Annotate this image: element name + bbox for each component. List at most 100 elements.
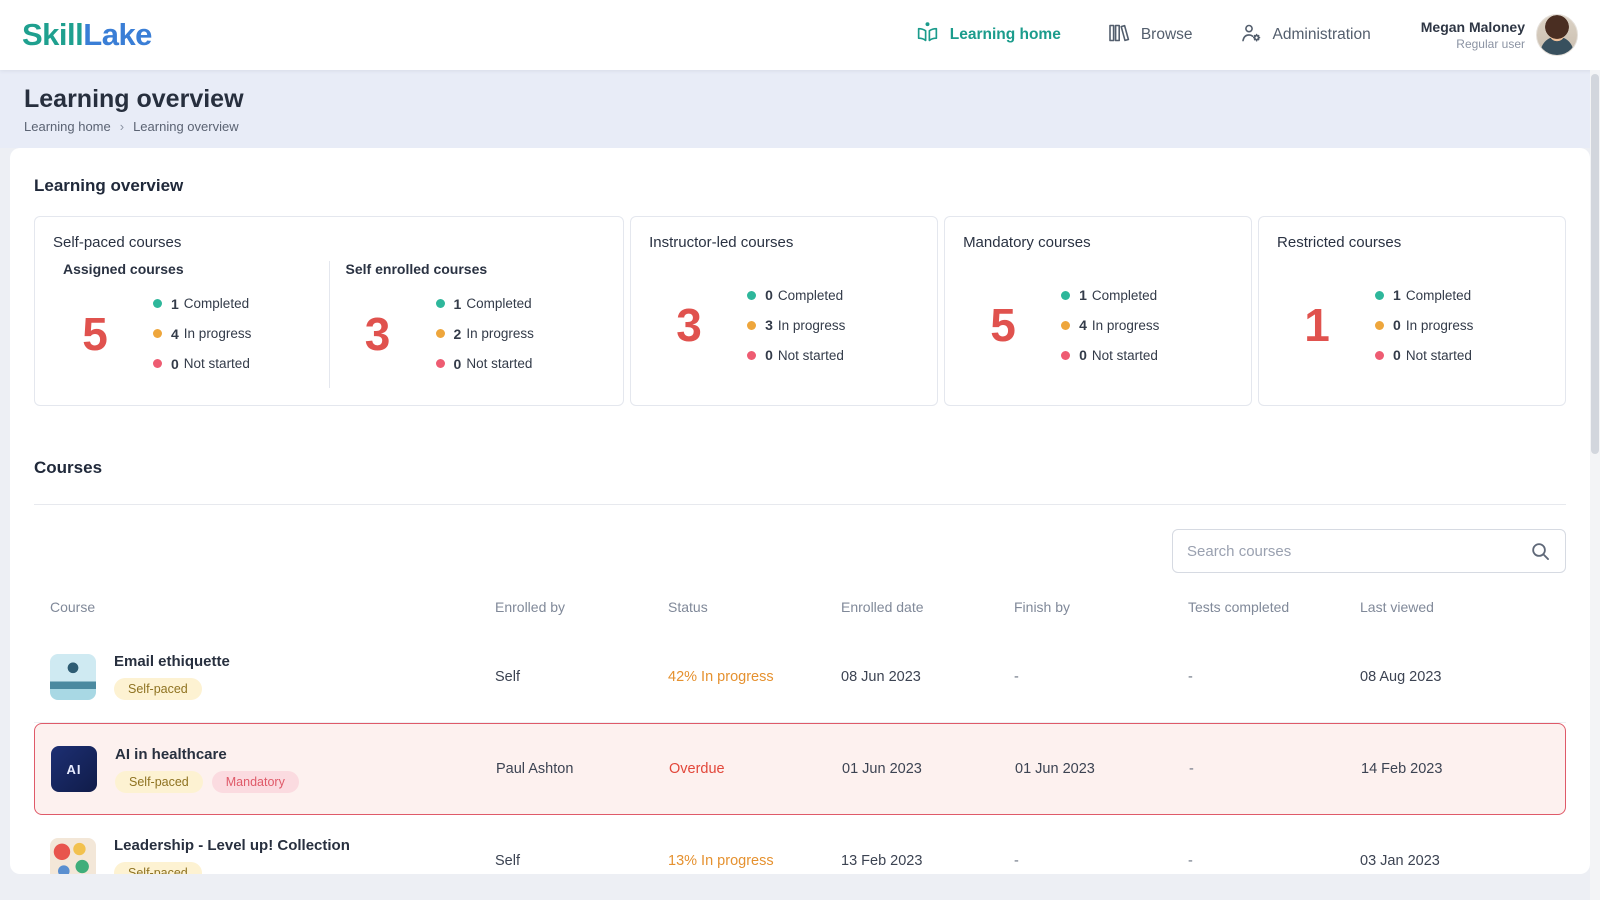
instructor-led-total: 3 [676,299,702,351]
enrolled-date-cell: 01 Jun 2023 [842,761,922,777]
brand-lake: Lake [83,17,152,52]
enrolled-by-cell: Self [495,668,520,685]
search-icon[interactable] [1530,541,1551,562]
tests-completed-cell: - [1188,852,1193,869]
course-name[interactable]: Email ethiquette [114,653,230,670]
legend-not-started: 0 Not started [435,356,534,372]
table-row[interactable]: AI AI in healthcare Self-paced Mandatory… [34,723,1566,815]
course-thumbnail: AI [51,746,97,792]
courses-section-title: Courses [34,458,103,477]
search-input[interactable] [1187,542,1530,560]
administration-icon [1239,21,1263,50]
legend-not-started: 0 Not started [747,347,845,363]
status-cell: Overdue [669,761,725,777]
course-name[interactable]: Leadership - Level up! Collection [114,837,350,854]
completed-dot-icon [747,290,757,300]
nav-item-label: Learning home [949,26,1061,43]
column-header-status: Status [668,599,708,615]
legend-in-progress: 0 In progress [1375,317,1473,333]
finish-by-cell: - [1014,852,1019,869]
last-viewed-cell: 08 Aug 2023 [1360,668,1442,685]
assigned-total: 5 [82,307,108,360]
learning-home-icon [915,20,940,50]
mandatory-badge: Mandatory [211,770,299,793]
column-header-enrolled-by: Enrolled by [495,599,566,615]
in-progress-dot-icon [747,320,757,330]
mandatory-total: 5 [990,299,1016,351]
nav-item-learning-home[interactable]: Learning home [915,20,1061,50]
main-content-card: Learning overview Self-paced courses Ass… [10,148,1590,874]
tests-completed-cell: - [1188,668,1193,685]
self-enrolled-courses-section: Self enrolled courses 3 1 Completed 2 In p… [336,261,606,388]
scrollbar-thumb[interactable] [1591,74,1599,454]
divider [34,504,1566,505]
in-progress-dot-icon [435,329,445,338]
legend-in-progress: 2 In progress [435,326,534,342]
table-header: Course Enrolled by Status Enrolled date … [34,573,1566,631]
not-started-dot-icon [435,359,445,368]
in-progress-dot-icon [1061,320,1071,330]
scrollbar[interactable] [1590,70,1600,900]
self-paced-badge: Self-paced [114,862,202,874]
stat-cards-row: Self-paced courses Assigned courses 5 1C… [34,216,1566,406]
table-row[interactable]: Email ethiquette Self-paced Self 42% In … [34,631,1566,723]
enrolled-by-cell: Paul Ashton [496,761,574,777]
user-menu[interactable]: Megan Maloney Regular user [1421,14,1578,56]
overview-section-title: Learning overview [34,176,184,195]
course-thumbnail [50,653,96,700]
page-header: Learning overview Learning home › Learni… [0,70,1600,148]
self-paced-badge: Self-paced [114,678,202,700]
nav-item-label: Browse [1140,26,1193,43]
column-header-course: Course [50,599,96,615]
column-header-finish-by: Finish by [1014,599,1071,615]
completed-dot-icon [153,299,162,308]
table-row[interactable]: Leadership - Level up! Collection Self-p… [34,815,1566,874]
self-enrolled-total: 3 [364,307,391,360]
not-started-dot-icon [153,359,162,368]
legend-completed: 1 Completed [435,296,534,312]
top-navbar: SkillLake Learning home Browse Administr… [0,0,1600,70]
legend-in-progress: 4 In progress [153,326,251,342]
completed-dot-icon [1375,290,1385,300]
stat-card-instructor-led: Instructor-led courses 3 0 Completed 3 In … [630,216,939,406]
last-viewed-cell: 14 Feb 2023 [1361,761,1443,777]
restricted-total: 1 [1304,299,1330,351]
status-cell: 13% In progress [668,852,774,869]
vertical-divider [328,261,330,388]
legend-not-started: 0 Not started [1061,347,1159,363]
assigned-courses-section: Assigned courses 5 1 Completed 4 In progre… [53,261,323,388]
stat-card-title: Mandatory courses [963,234,1091,251]
brand-skill: Skill [22,17,84,52]
legend-not-started: 0 Not started [153,356,251,372]
browse-icon [1107,21,1131,50]
legend-not-started: 0 Not started [1375,347,1473,363]
nav-item-browse[interactable]: Browse [1107,21,1193,50]
sub-section-title: Assigned courses [63,261,184,277]
stat-card-title: Restricted courses [1277,234,1402,251]
legend-completed: 1 Completed [153,296,251,312]
column-header-tests-completed: Tests completed [1188,599,1290,615]
breadcrumb-separator: › [119,119,125,134]
stat-card-self-paced: Self-paced courses Assigned courses 5 1C… [34,216,625,406]
last-viewed-cell: 03 Jan 2023 [1360,852,1440,869]
not-started-dot-icon [1375,350,1385,360]
completed-dot-icon [1061,290,1071,300]
legend-in-progress: 3 In progress [747,317,845,333]
course-name[interactable]: AI in healthcare [115,746,299,763]
in-progress-dot-icon [1375,320,1385,330]
breadcrumb-learning-home[interactable]: Learning home [24,119,111,134]
legend-completed: 1 Completed [1061,287,1159,303]
legend-completed: 0 Completed [747,287,845,303]
enrolled-date-cell: 13 Feb 2023 [841,852,923,869]
nav-item-administration[interactable]: Administration [1239,21,1371,50]
legend-in-progress: 4 In progress [1061,317,1159,333]
breadcrumb-learning-overview: Learning overview [133,119,239,134]
stat-card-title: Self-paced courses [53,234,182,251]
stat-card-title: Instructor-led courses [649,234,794,251]
sub-section-title: Self enrolled courses [345,261,488,277]
legend-completed: 1 Completed [1375,287,1473,303]
brand-logo[interactable]: SkillLake [22,17,152,53]
user-role: Regular user [1456,37,1525,51]
avatar[interactable] [1536,14,1578,56]
finish-by-cell: - [1014,668,1019,685]
